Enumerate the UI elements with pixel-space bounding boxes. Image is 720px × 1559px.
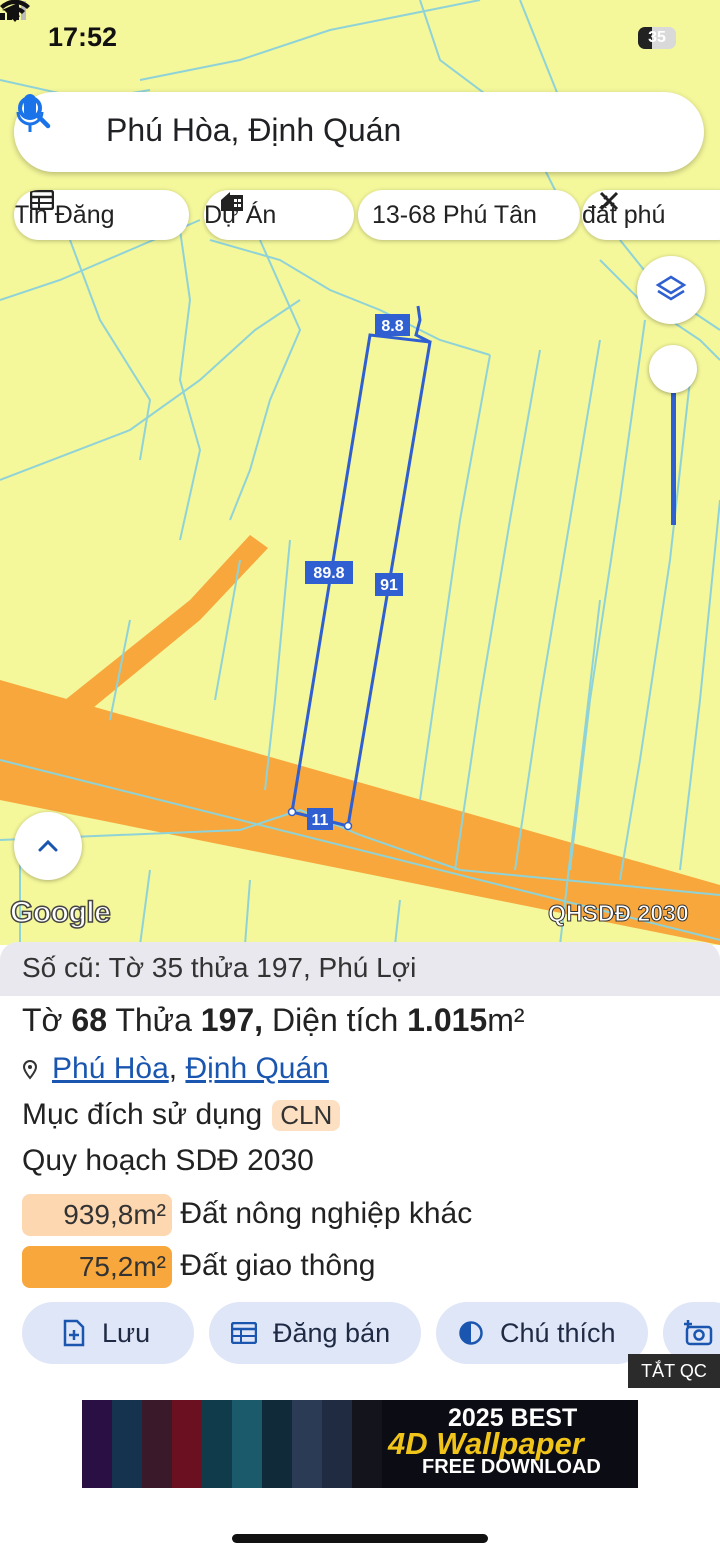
road-branch <box>40 535 268 735</box>
legend-label: Chú thích <box>500 1317 616 1348</box>
contrast-icon <box>459 1321 483 1345</box>
edge-label-right: 91 <box>380 577 398 594</box>
edge-label-bottom: 11 <box>312 812 329 829</box>
ward-link[interactable]: Phú Hòa <box>52 1052 169 1085</box>
purpose-code-badge: CLN <box>272 1100 341 1131</box>
chip-dat-phu[interactable]: đất phú <box>582 190 720 240</box>
action-buttons: Lưu Đăng bán Chú thích <box>0 1302 720 1366</box>
district-link[interactable]: Định Quán <box>185 1052 328 1085</box>
home-indicator[interactable] <box>232 1534 488 1543</box>
building-icon <box>221 192 243 211</box>
search-bar[interactable]: Phú Hòa, Định Quán <box>14 92 704 172</box>
save-button[interactable]: Lưu <box>22 1302 194 1364</box>
parcel-title: Tờ 68 Thửa 197, Diện tích 1.015m² <box>22 1002 525 1039</box>
thua-label: Thửa <box>115 1002 192 1038</box>
layer-label: QHSDĐ 2030 <box>548 900 690 927</box>
status-bar: 17:52 35 <box>0 0 720 80</box>
search-input[interactable]: Phú Hòa, Định Quán <box>106 112 401 149</box>
parcel-vertex <box>343 821 353 831</box>
chip-label: đất phú <box>582 200 666 229</box>
location-separator: , <box>168 1052 178 1085</box>
expand-panel-button[interactable] <box>14 812 82 880</box>
parcel-info-panel: Số cũ: Tờ 35 thửa 197, Phú Lợi Tờ 68 Thử… <box>0 942 720 1559</box>
legend-button[interactable]: Chú thích <box>436 1302 648 1364</box>
old-parcel-text: Số cũ: Tờ 35 thửa 197, Phú Lợi <box>22 952 417 983</box>
area-label: Diện tích <box>271 1002 399 1038</box>
layers-icon <box>655 275 687 301</box>
location-pin-icon <box>22 1060 38 1080</box>
battery-icon: 35 <box>638 27 676 49</box>
plan-heading: Quy hoạch SDĐ 2030 <box>22 1144 314 1177</box>
save-label: Lưu <box>102 1317 151 1348</box>
map-view[interactable]: 8.8 89.8 91 11 17:52 35 Phú Hòa, Định Qu… <box>0 0 720 945</box>
filter-chips: Tin Đăng Dự Án 13-68 Phú Tân đất phú <box>14 190 720 242</box>
add-camera-icon <box>684 1320 713 1346</box>
microphone-icon[interactable] <box>14 92 46 136</box>
ad-line-3: FREE DOWNLOAD <box>422 1456 601 1478</box>
chip-saved-parcel[interactable]: 13-68 Phú Tân <box>358 190 580 240</box>
parcel-vertex <box>287 807 297 817</box>
plan-area-badge: 939,8m² <box>22 1194 172 1236</box>
ad-image <box>82 1400 382 1488</box>
plan-item-label: Đất nông nghiệp khác <box>180 1196 473 1230</box>
thua-number: 197, <box>200 1002 264 1038</box>
add-doc-icon <box>63 1319 85 1347</box>
layers-button[interactable] <box>637 256 705 324</box>
chip-du-an[interactable]: Dự Án <box>204 190 354 240</box>
status-time: 17:52 <box>48 22 118 52</box>
ruler-icon <box>599 191 619 211</box>
area-value: 1.015 <box>407 1002 488 1038</box>
table-icon <box>231 1322 257 1344</box>
parcel-notch <box>414 305 431 344</box>
chevron-up-icon <box>38 839 58 852</box>
to-label: Tờ <box>22 1002 63 1038</box>
wifi-icon <box>0 0 30 22</box>
plan-item-agri: 939,8m² Đất nông nghiệp khác <box>22 1194 472 1236</box>
purpose-label: Mục đích sử dụng <box>22 1098 263 1131</box>
post-listing-label: Đăng bán <box>273 1317 391 1348</box>
google-watermark: Google <box>9 895 111 930</box>
edge-label-top: 8.8 <box>381 318 403 335</box>
opacity-slider-track[interactable] <box>671 393 676 525</box>
edge-label-left: 89.8 <box>313 565 344 582</box>
close-ad-button[interactable]: TẮT QC <box>628 1354 720 1388</box>
area-unit: m² <box>487 1002 525 1038</box>
table-icon <box>30 190 54 210</box>
to-number: 68 <box>71 1002 108 1038</box>
chip-tin-dang[interactable]: Tin Đăng <box>14 190 189 240</box>
plan-item-label: Đất giao thông <box>180 1248 376 1282</box>
opacity-slider-handle[interactable] <box>649 345 697 393</box>
land-use-purpose: Mục đích sử dụng CLN <box>22 1098 341 1132</box>
battery-level: 35 <box>648 29 666 46</box>
chip-label: 13-68 Phú Tân <box>372 200 537 229</box>
parcel-location: Phú Hòa, Định Quán <box>22 1052 329 1086</box>
post-listing-button[interactable]: Đăng bán <box>209 1302 421 1364</box>
ad-banner[interactable]: 2025 BEST 4D Wallpaper FREE DOWNLOAD <box>82 1400 638 1488</box>
old-parcel-info: Số cũ: Tờ 35 thửa 197, Phú Lợi <box>0 942 720 996</box>
plan-area-badge: 75,2m² <box>22 1246 172 1288</box>
plan-item-road: 75,2m² Đất giao thông <box>22 1246 376 1288</box>
